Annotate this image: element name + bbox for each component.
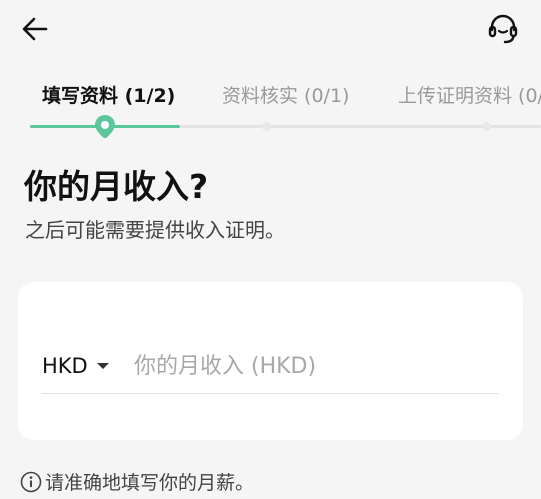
location-pin-icon — [95, 115, 115, 138]
income-hint: 请准确地填写你的月薪。 — [20, 468, 254, 495]
step-dot — [262, 122, 271, 131]
page-subtitle: 之后可能需要提供收入证明。 — [25, 218, 285, 242]
step-dot — [482, 122, 491, 131]
input-underline — [42, 393, 499, 394]
hint-text: 请准确地填写你的月薪。 — [45, 472, 255, 494]
arrow-left-icon — [22, 17, 48, 41]
customer-support-button[interactable] — [484, 10, 522, 48]
step-upload-proof: 上传证明资料 (0/1) — [398, 85, 541, 107]
back-button[interactable] — [18, 12, 52, 46]
step-fill-info: 填写资料 (1/2) — [42, 85, 176, 107]
info-circle-icon — [20, 471, 42, 492]
progress-steps: 填写资料 (1/2) 资料核实 (0/1) 上传证明资料 (0/1) — [0, 78, 541, 138]
page-title: 你的月收入? — [24, 167, 209, 206]
step-verify-info: 资料核实 (0/1) — [222, 85, 350, 107]
headset-icon — [488, 14, 518, 44]
monthly-income-input[interactable] — [134, 348, 494, 384]
currency-select[interactable]: HKD — [42, 354, 109, 378]
top-bar — [0, 0, 541, 60]
caret-down-icon — [96, 363, 109, 369]
income-card: HKD — [18, 282, 523, 440]
currency-code: HKD — [42, 354, 88, 378]
